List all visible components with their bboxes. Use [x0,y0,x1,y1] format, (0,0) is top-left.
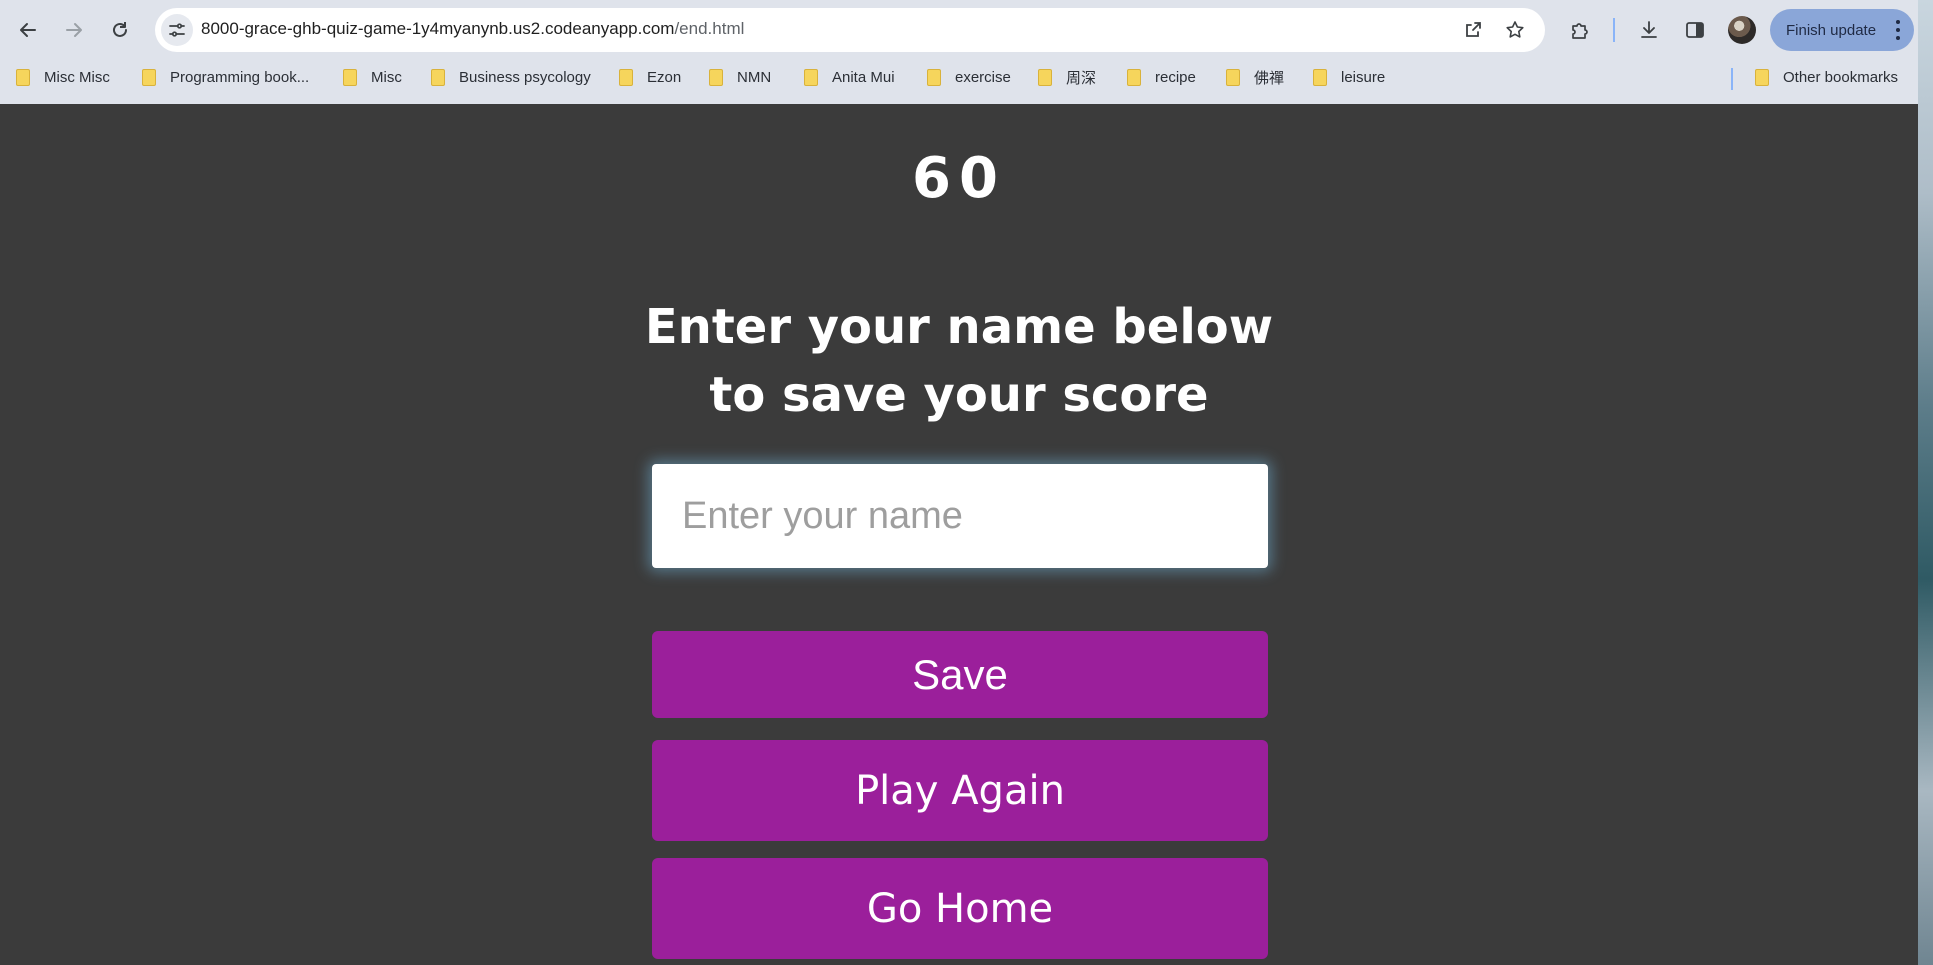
final-score: 60 [912,146,1006,211]
folder-icon [1038,68,1052,86]
bookmark-star-button[interactable] [1501,16,1529,44]
side-panel-button[interactable] [1677,12,1713,48]
folder-icon [16,68,30,86]
forward-button[interactable] [56,12,92,48]
reload-button[interactable] [102,12,138,48]
url-text: 8000-grace-ghb-quiz-game-1y4myanynb.us2.… [201,19,744,39]
desktop-wallpaper [1918,0,1933,965]
extensions-button[interactable] [1562,12,1598,48]
bookmark-folder[interactable]: Business psycology [431,62,591,92]
folder-icon [709,68,723,86]
username-input[interactable] [652,464,1268,568]
forward-arrow-icon [66,23,82,37]
bookmark-folder[interactable]: Misc Misc [16,62,110,92]
go-home-button[interactable]: Go Home [652,858,1268,959]
site-info-button[interactable] [161,14,193,46]
bookmark-label: 周深 [1066,69,1097,87]
save-score-button[interactable]: Save [652,631,1268,718]
bookmark-label: Misc [371,68,402,86]
back-arrow-icon [20,23,36,37]
bookmark-label: Anita Mui [832,68,895,86]
finish-update-button[interactable]: Finish update [1770,9,1914,51]
bookmark-folder[interactable]: Anita Mui [804,62,895,92]
folder-icon [1755,68,1769,86]
share-button[interactable] [1459,16,1487,44]
more-menu-icon [1896,20,1900,40]
share-icon [1466,22,1481,37]
other-bookmarks-folder[interactable]: Other bookmarks [1755,62,1898,92]
finish-update-label: Finish update [1786,21,1877,39]
prompt-line-2: to save your score [709,367,1209,423]
bookmark-label: NMN [737,68,772,86]
folder-icon [343,68,357,86]
bookmark-label: Business psycology [459,68,591,86]
bookmark-folder[interactable]: Ezon [619,62,681,92]
star-icon [1506,21,1524,38]
bookmarks-bar: Misc Misc Programming book... Misc Busin… [0,62,1918,92]
bookmark-folder[interactable]: recipe [1127,62,1196,92]
quiz-end-page: 60 Enter your name below to save your sc… [0,104,1918,965]
bookmarks-separator [1731,68,1733,90]
bookmark-folder[interactable]: Misc [343,62,402,92]
folder-icon [431,68,445,86]
bookmark-label: leisure [1341,68,1386,86]
folder-icon [619,68,633,86]
side-panel-icon [1686,22,1704,38]
bookmark-folder[interactable]: 周深 [1038,62,1096,92]
address-bar[interactable]: 8000-grace-ghb-quiz-game-1y4myanynb.us2.… [155,8,1545,52]
bookmark-folder[interactable]: Programming book... [142,62,309,92]
url-path: /end.html [674,19,745,38]
bookmark-folder[interactable]: NMN [709,62,771,92]
url-host: 8000-grace-ghb-quiz-game-1y4myanynb.us2.… [201,19,675,38]
toolbar-separator [1613,18,1615,42]
prompt-line-1: Enter your name below [644,299,1274,355]
bookmark-label: Misc Misc [44,68,110,86]
bookmark-label: recipe [1155,68,1196,86]
folder-icon [142,68,156,86]
bookmark-label: Programming book... [170,68,310,86]
browser-toolbar: 8000-grace-ghb-quiz-game-1y4myanynb.us2.… [0,0,1918,60]
back-button[interactable] [10,12,46,48]
folder-icon [1127,68,1141,86]
folder-icon [927,68,941,86]
other-bookmarks-label: Other bookmarks [1783,68,1899,86]
bookmark-folder[interactable]: 佛禪 [1226,62,1284,92]
save-score-prompt: Enter your name below to save your score [559,293,1359,429]
play-again-button[interactable]: Play Again [652,740,1268,841]
puzzle-icon [1572,23,1588,39]
browser-chrome: 8000-grace-ghb-quiz-game-1y4myanynb.us2.… [0,0,1918,104]
downloads-button[interactable] [1631,12,1667,48]
folder-icon [1226,68,1240,86]
folder-icon [1313,68,1327,86]
folder-icon [804,68,818,86]
bookmark-folder[interactable]: exercise [927,62,1011,92]
bookmark-label: 佛禪 [1254,69,1285,87]
reload-icon [113,22,127,37]
bookmark-label: exercise [955,68,1011,86]
profile-avatar[interactable] [1728,16,1756,44]
tune-icon [169,23,185,37]
bookmark-folder[interactable]: leisure [1313,62,1385,92]
bookmark-label: Ezon [647,68,682,86]
download-icon [1641,21,1657,38]
